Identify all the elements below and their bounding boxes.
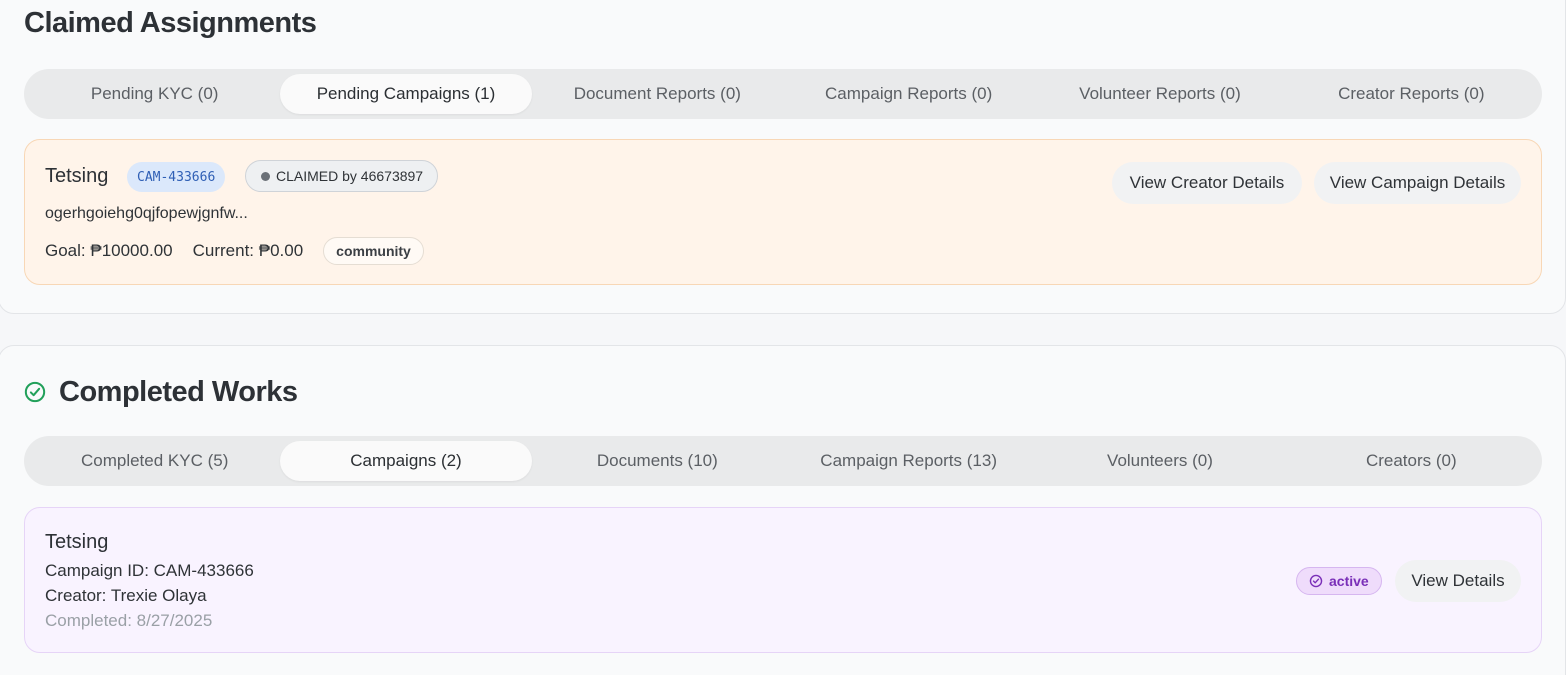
tab-completed-kyc[interactable]: Completed KYC (5) xyxy=(29,441,280,481)
campaign-current: Current: ₱0.00 xyxy=(192,241,304,260)
active-status-badge: active xyxy=(1296,567,1382,595)
completed-works-title: Completed Works xyxy=(59,376,298,408)
tab-document-reports[interactable]: Document Reports (0) xyxy=(532,74,783,114)
completed-date: Completed: 8/27/2025 xyxy=(45,611,213,630)
tab-pending-campaigns[interactable]: Pending Campaigns (1) xyxy=(280,74,532,114)
claimed-status-label: CLAIMED by 46673897 xyxy=(276,168,424,184)
tab-creators[interactable]: Creators (0) xyxy=(1286,441,1537,481)
campaign-title: Tetsing xyxy=(45,165,109,187)
tab-campaigns[interactable]: Campaigns (2) xyxy=(280,441,532,481)
tab-pending-kyc[interactable]: Pending KYC (0) xyxy=(29,74,280,114)
completed-tabs: Completed KYC (5) Campaigns (2) Document… xyxy=(24,436,1542,486)
completed-campaign-id: Campaign ID: CAM-433666 xyxy=(45,561,254,580)
status-dot-icon xyxy=(261,171,270,181)
tab-completed-campaign-reports[interactable]: Campaign Reports (13) xyxy=(783,441,1034,481)
tab-documents[interactable]: Documents (10) xyxy=(532,441,783,481)
completed-campaign-card: Tetsing Campaign ID: CAM-433666 Creator:… xyxy=(24,507,1542,653)
campaign-id-badge: CAM-433666 xyxy=(127,162,226,192)
campaign-meta: Goal: ₱10000.00 Current: ₱0.00 community xyxy=(45,237,424,265)
check-circle-icon xyxy=(24,381,46,403)
completed-works-section: Completed Works Completed KYC (5) Campai… xyxy=(0,345,1566,675)
tab-creator-reports[interactable]: Creator Reports (0) xyxy=(1286,74,1537,114)
completed-campaign-title: Tetsing xyxy=(45,531,109,553)
claimed-tabs: Pending KYC (0) Pending Campaigns (1) Do… xyxy=(24,69,1542,119)
view-details-button[interactable]: View Details xyxy=(1395,560,1521,602)
check-circle-icon xyxy=(1309,574,1323,588)
completed-campaign-creator: Creator: Trexie Olaya xyxy=(45,586,207,605)
view-creator-details-button[interactable]: View Creator Details xyxy=(1112,162,1302,204)
claimed-assignments-section: Claimed Assignments Pending KYC (0) Pend… xyxy=(0,0,1566,314)
category-badge: community xyxy=(323,237,424,265)
tab-campaign-reports[interactable]: Campaign Reports (0) xyxy=(783,74,1034,114)
tab-volunteer-reports[interactable]: Volunteer Reports (0) xyxy=(1034,74,1285,114)
campaign-goal: Goal: ₱10000.00 xyxy=(45,241,173,260)
tab-volunteers[interactable]: Volunteers (0) xyxy=(1034,441,1285,481)
claimed-campaign-card: Tetsing CAM-433666 CLAIMED by 46673897 o… xyxy=(24,139,1542,285)
status-label: active xyxy=(1329,573,1369,589)
campaign-description: ogerhgoiehg0qjfopewjgnfw... xyxy=(45,205,248,222)
claimed-status-badge: CLAIMED by 46673897 xyxy=(245,160,439,192)
view-campaign-details-button[interactable]: View Campaign Details xyxy=(1314,162,1521,204)
claimed-assignments-title: Claimed Assignments xyxy=(24,7,317,39)
